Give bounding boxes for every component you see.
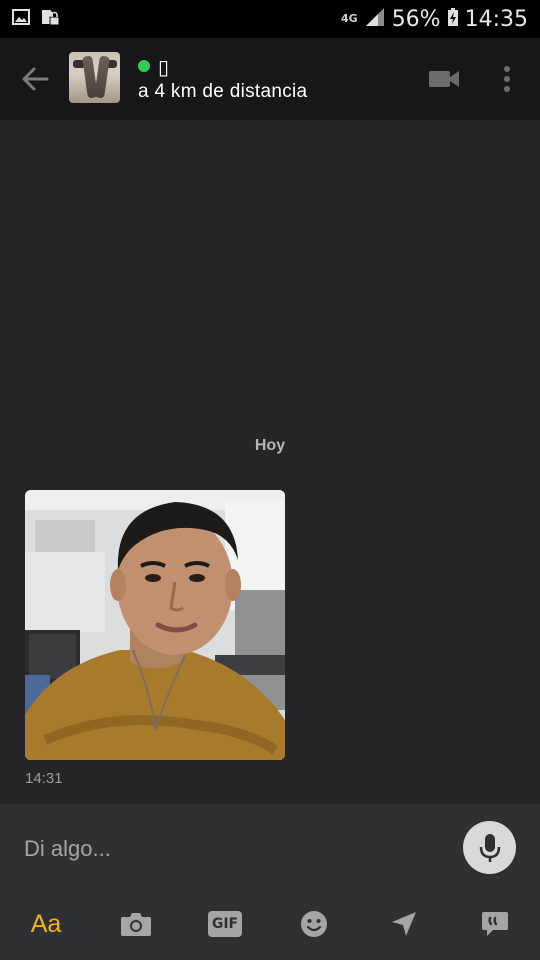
clock: 14:35 <box>464 6 528 32</box>
gallery-notification-icon <box>12 8 30 30</box>
text-mode-button[interactable]: Aa <box>24 904 68 944</box>
photo-message[interactable] <box>25 490 285 760</box>
battery-percent: 56% <box>391 6 441 32</box>
online-indicator <box>138 60 150 72</box>
status-left <box>12 8 60 31</box>
location-icon <box>392 912 416 936</box>
signal-icon <box>364 7 386 32</box>
emoji-icon <box>301 911 327 937</box>
more-vert-icon <box>504 76 510 82</box>
avatar[interactable] <box>69 52 120 103</box>
location-button[interactable] <box>382 904 426 944</box>
voice-message-button[interactable] <box>463 821 516 874</box>
composer-bar <box>0 804 540 892</box>
day-separator: Hoy <box>254 437 286 454</box>
photo-content <box>25 490 285 760</box>
emoji-button[interactable] <box>292 904 336 944</box>
back-button[interactable] <box>18 62 52 96</box>
composer-toolbar: Aa GIF <box>0 892 540 960</box>
more-vert-icon <box>504 66 510 72</box>
video-camera-icon <box>429 71 459 87</box>
network-type: 4G <box>341 12 358 25</box>
distance-label: a 4 km de distancia <box>138 81 308 102</box>
back-arrow-icon <box>22 67 49 91</box>
more-vert-icon <box>504 86 510 92</box>
message-input[interactable] <box>24 832 444 866</box>
saved-phrases-icon <box>482 912 508 936</box>
status-bar: 4G 56% 14:35 <box>0 0 540 38</box>
gif-button[interactable]: GIF <box>203 904 247 944</box>
chat-header: ▯ a 4 km de distancia <box>0 38 540 120</box>
message-time: 14:31 <box>25 770 63 787</box>
microphone-icon <box>479 833 500 862</box>
avatar-detail <box>94 55 110 99</box>
more-options-button[interactable] <box>498 62 516 96</box>
gif-icon: GIF <box>208 911 242 937</box>
camera-button[interactable] <box>114 904 158 944</box>
sd-card-lock-icon <box>40 8 60 31</box>
video-call-button[interactable] <box>428 65 460 93</box>
camera-icon <box>121 913 151 936</box>
saved-phrases-button[interactable] <box>473 904 517 944</box>
chat-area[interactable]: Hoy 14:31 <box>0 120 540 804</box>
contact-name[interactable]: ▯ <box>158 55 169 80</box>
battery-charging-icon <box>447 7 459 32</box>
status-right: 4G 56% 14:35 <box>341 7 528 32</box>
